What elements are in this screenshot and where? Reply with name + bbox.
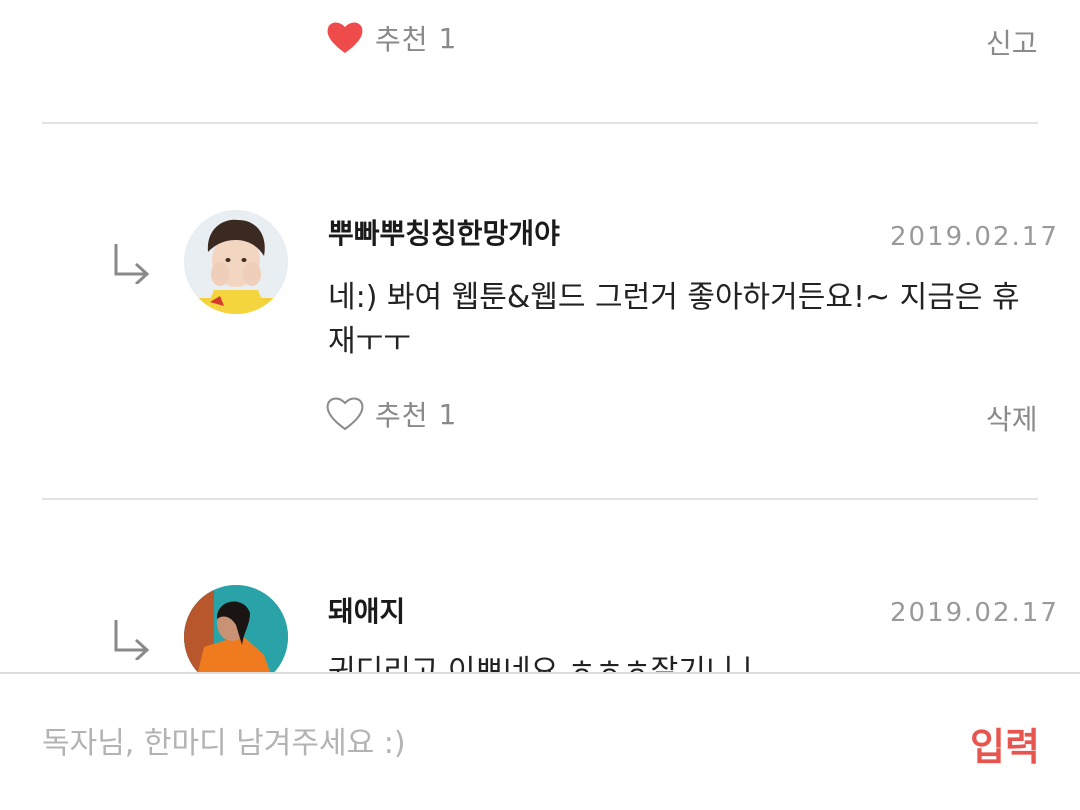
avatar-image bbox=[184, 210, 288, 314]
comment-input[interactable] bbox=[42, 720, 922, 766]
delete-link[interactable]: 삭제 bbox=[986, 398, 1038, 438]
report-link[interactable]: 신고 bbox=[986, 22, 1038, 62]
comment-date: 2019.02.17 bbox=[890, 598, 1059, 628]
heart-outline-icon bbox=[326, 397, 364, 431]
comment-date: 2019.02.17 bbox=[890, 222, 1059, 252]
recommend-label: 추천 bbox=[375, 23, 429, 56]
comment-username[interactable]: 돼애지 bbox=[328, 590, 405, 630]
divider bbox=[42, 122, 1038, 124]
reply-arrow-icon bbox=[114, 244, 150, 284]
comment-username[interactable]: 뿌빠뿌칭칭한망개야 bbox=[328, 212, 560, 252]
recommend-count: 1 bbox=[438, 397, 457, 431]
recommend-button[interactable]: 추천 1 bbox=[325, 394, 456, 434]
divider bbox=[42, 498, 1038, 500]
recommend-count: 1 bbox=[438, 21, 457, 55]
avatar[interactable] bbox=[184, 210, 288, 314]
submit-button[interactable]: 입력 bbox=[970, 716, 1040, 771]
recommend-button[interactable]: 추천 1 bbox=[325, 18, 456, 58]
heart-filled-icon bbox=[327, 22, 363, 53]
recommend-label: 추천 bbox=[375, 399, 429, 432]
comment-text: 네:) 봐여 웹툰&웹드 그런거 좋아하거든요!~ 지금은 휴재ㅜㅜ bbox=[328, 280, 1020, 359]
reply-arrow-icon bbox=[114, 620, 150, 660]
